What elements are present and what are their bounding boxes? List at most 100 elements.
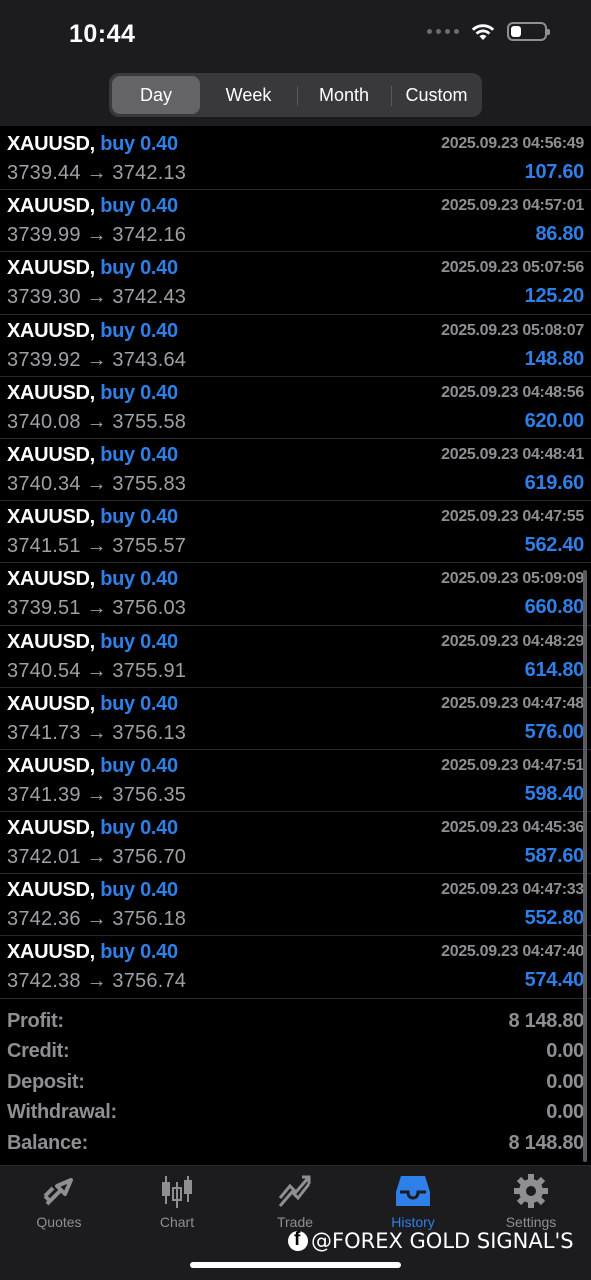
trade-symbol: XAUUSD, bbox=[7, 506, 95, 529]
trade-profit: 574.40 bbox=[524, 969, 585, 992]
trade-profit: 614.80 bbox=[524, 658, 585, 681]
trade-title: XAUUSD, buy 0.40 bbox=[7, 817, 178, 840]
trade-prices: 3740.34 → 3755.83 bbox=[7, 472, 187, 495]
trade-row[interactable]: XAUUSD, buy 0.40 2025.09.23 05:08:07 3739.… bbox=[0, 315, 591, 377]
facebook-icon bbox=[288, 1229, 308, 1251]
tab-chart[interactable]: Chart bbox=[127, 1174, 227, 1230]
trade-type: buy 0.40 bbox=[100, 133, 178, 155]
tab-week[interactable]: Week bbox=[200, 76, 297, 114]
tab-trade-label: Trade bbox=[276, 1214, 314, 1230]
trade-row[interactable]: XAUUSD, buy 0.40 2025.09.23 05:07:56 3739.… bbox=[0, 252, 591, 315]
trade-row[interactable]: XAUUSD, buy 0.40 2025.09.23 04:56:49 3739.… bbox=[0, 128, 591, 191]
trade-title: XAUUSD, buy 0.40 bbox=[7, 257, 178, 280]
settings-icon bbox=[514, 1174, 548, 1208]
trade-prices: 3740.54 → 3755.91 bbox=[7, 659, 187, 682]
summary-value: 0.00 bbox=[546, 1070, 584, 1093]
tab-day[interactable]: Day bbox=[112, 76, 200, 114]
trade-history-list: XAUUSD, buy 0.40 2025.09.23 04:56:49 3739.… bbox=[0, 128, 591, 999]
trade-row[interactable]: XAUUSD, buy 0.40 2025.09.23 04:47:55 3741.… bbox=[0, 501, 591, 564]
period-segmented-control: Day Week Month Custom bbox=[109, 73, 482, 117]
trade-row[interactable]: XAUUSD, buy 0.40 2025.09.23 05:09:09 3739.… bbox=[0, 563, 591, 626]
trade-title: XAUUSD, buy 0.40 bbox=[7, 879, 178, 902]
trade-symbol: XAUUSD, bbox=[7, 692, 95, 715]
trade-profit: 562.40 bbox=[524, 534, 585, 557]
trade-type: buy 0.40 bbox=[100, 381, 178, 404]
tab-quotes[interactable]: Quotes bbox=[9, 1174, 109, 1230]
trade-symbol: XAUUSD, bbox=[7, 319, 95, 342]
trade-row[interactable]: XAUUSD, buy 0.40 2025.09.23 04:47:51 3741.… bbox=[0, 750, 591, 813]
trade-row[interactable]: XAUUSD, buy 0.40 2025.09.23 04:47:40 3742.… bbox=[0, 936, 591, 999]
trade-prices: 3739.30 → 3742.43 bbox=[7, 286, 187, 309]
trade-time: 2025.09.23 04:45:36 bbox=[441, 819, 584, 837]
trade-time: 2025.09.23 04:47:48 bbox=[441, 694, 584, 712]
trade-symbol: XAUUSD, bbox=[7, 941, 95, 964]
trade-profit: 587.60 bbox=[524, 845, 585, 868]
trade-profit: 552.80 bbox=[524, 907, 585, 930]
chart-icon bbox=[162, 1176, 192, 1208]
trade-profit: 148.80 bbox=[524, 347, 585, 370]
trade-prices: 3739.44 → 3742.13 bbox=[7, 162, 187, 184]
trade-symbol: XAUUSD, bbox=[7, 257, 95, 280]
trade-row[interactable]: XAUUSD, buy 0.40 2025.09.23 04:48:29 3740.… bbox=[0, 626, 591, 688]
trade-title: XAUUSD, buy 0.40 bbox=[7, 941, 178, 964]
trade-type: buy 0.40 bbox=[100, 319, 178, 342]
trade-time: 2025.09.23 04:47:51 bbox=[441, 756, 584, 774]
tab-settings[interactable]: Settings bbox=[481, 1174, 581, 1230]
tab-month[interactable]: Month bbox=[297, 76, 391, 114]
trade-type: buy 0.40 bbox=[100, 941, 178, 964]
home-indicator[interactable] bbox=[190, 1262, 401, 1268]
trade-type: buy 0.40 bbox=[100, 817, 178, 840]
top-bar: 10:44 Day Week Month Custom bbox=[0, 0, 591, 126]
summary-label: Credit: bbox=[7, 1040, 70, 1063]
summary-row: Withdrawal: 0.00 bbox=[0, 1098, 591, 1128]
trade-title: XAUUSD, buy 0.40 bbox=[7, 755, 178, 778]
summary-row: Balance: 8 148.80 bbox=[0, 1129, 591, 1159]
trade-row[interactable]: XAUUSD, buy 0.40 2025.09.23 04:45:36 3742.… bbox=[0, 812, 591, 875]
tab-history[interactable]: History bbox=[363, 1174, 463, 1230]
trade-symbol: XAUUSD, bbox=[7, 133, 95, 155]
trade-symbol: XAUUSD, bbox=[7, 381, 95, 404]
trade-row[interactable]: XAUUSD, buy 0.40 2025.09.23 04:57:01 3739.… bbox=[0, 190, 591, 253]
trade-profit: 125.20 bbox=[524, 285, 585, 308]
trade-title: XAUUSD, buy 0.40 bbox=[7, 195, 178, 218]
trade-row[interactable]: XAUUSD, buy 0.40 2025.09.23 04:47:33 3742.… bbox=[0, 874, 591, 937]
trade-symbol: XAUUSD, bbox=[7, 817, 95, 840]
trade-symbol: XAUUSD, bbox=[7, 879, 95, 902]
trade-symbol: XAUUSD, bbox=[7, 195, 95, 218]
trade-profit: 107.60 bbox=[524, 161, 585, 183]
trade-prices: 3741.39 → 3756.35 bbox=[7, 783, 187, 806]
trade-time: 2025.09.23 04:47:55 bbox=[441, 508, 584, 526]
trade-profit: 619.60 bbox=[524, 471, 585, 494]
tab-settings-label: Settings bbox=[505, 1214, 557, 1230]
trade-symbol: XAUUSD, bbox=[7, 754, 95, 777]
trade-symbol: XAUUSD, bbox=[7, 568, 95, 591]
status-icons bbox=[427, 22, 550, 41]
trade-row[interactable]: XAUUSD, buy 0.40 2025.09.23 04:48:41 3740.… bbox=[0, 439, 591, 502]
summary-label: Deposit: bbox=[7, 1070, 85, 1093]
trade-profit: 660.80 bbox=[524, 596, 585, 619]
trade-time: 2025.09.23 05:08:07 bbox=[441, 321, 584, 339]
trade-prices: 3739.99 → 3742.16 bbox=[7, 224, 187, 247]
trade-time: 2025.09.23 05:07:56 bbox=[441, 259, 584, 277]
trade-type: buy 0.40 bbox=[100, 754, 178, 777]
trade-time: 2025.09.23 04:48:41 bbox=[441, 445, 584, 463]
tab-custom[interactable]: Custom bbox=[391, 76, 482, 114]
trade-row[interactable]: XAUUSD, buy 0.40 2025.09.23 04:47:48 3741.… bbox=[0, 688, 591, 750]
trade-time: 2025.09.23 04:48:56 bbox=[441, 383, 584, 401]
scrollbar[interactable] bbox=[583, 570, 587, 1162]
trade-title: XAUUSD, buy 0.40 bbox=[7, 320, 178, 343]
tab-trade[interactable]: Trade bbox=[245, 1174, 345, 1230]
trade-time: 2025.09.23 04:56:49 bbox=[441, 135, 584, 152]
trade-type: buy 0.40 bbox=[100, 879, 178, 902]
trade-icon bbox=[278, 1175, 311, 1207]
trade-time: 2025.09.23 05:09:09 bbox=[441, 570, 584, 588]
trade-title: XAUUSD, buy 0.40 bbox=[7, 382, 178, 405]
watermark-text: @FOREX GOLD SIGNAL'S bbox=[311, 1229, 574, 1253]
trade-time: 2025.09.23 04:57:01 bbox=[441, 197, 584, 215]
trade-type: buy 0.40 bbox=[100, 568, 178, 591]
summary-value: 0.00 bbox=[546, 1040, 584, 1063]
summary-value: 8 148.80 bbox=[508, 1131, 585, 1154]
trade-row[interactable]: XAUUSD, buy 0.40 2025.09.23 04:48:56 3740.… bbox=[0, 377, 591, 439]
summary-label: Balance: bbox=[7, 1131, 88, 1154]
status-time: 10:44 bbox=[69, 20, 136, 48]
